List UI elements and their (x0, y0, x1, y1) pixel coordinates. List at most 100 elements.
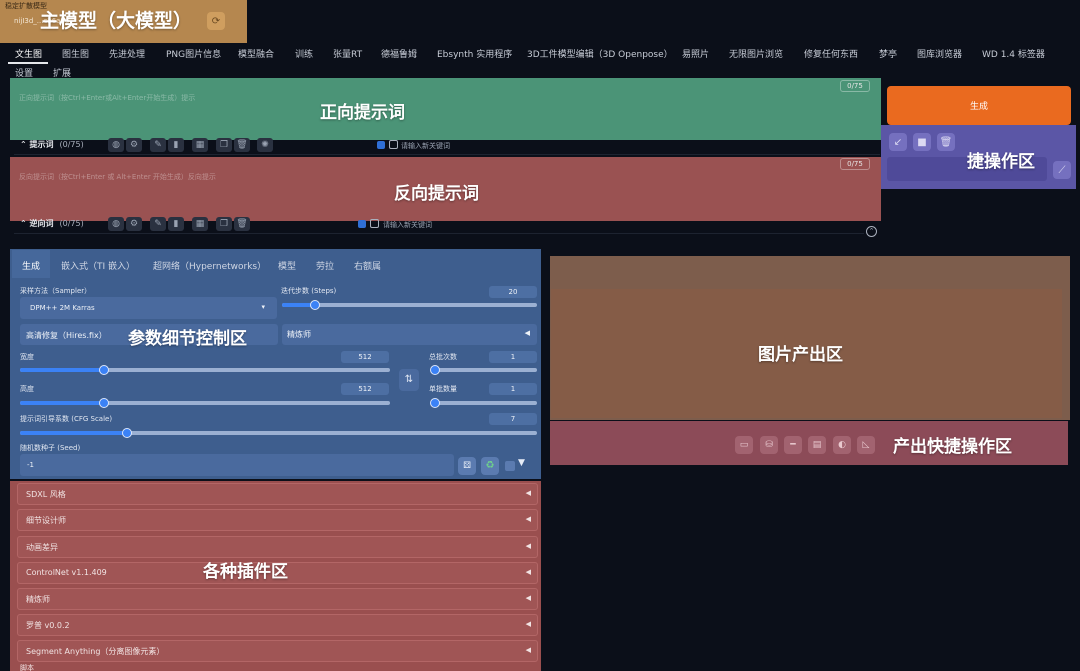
height-slider[interactable] (20, 398, 390, 408)
tab-3d-openpose[interactable]: 3D工件模型编辑（3D Openpose） (527, 47, 673, 60)
positive-row-label[interactable]: ⌃ 提示词 (0/75) (20, 139, 84, 150)
chevron-down-icon[interactable]: ▼ (518, 458, 525, 468)
plugin-accordion-roop[interactable]: 罗普 v0.0.2 ◀ (17, 614, 538, 636)
generate-button[interactable]: 生成 (887, 86, 1071, 125)
active-tab-indicator (8, 62, 48, 64)
seed-input[interactable]: -1 (20, 454, 454, 476)
batch-count-input[interactable]: 1 (489, 351, 537, 363)
plugin-accordion-refiner[interactable]: 精炼师 ◀ (17, 588, 538, 610)
dice-icon[interactable]: ⚄ (458, 457, 476, 475)
tab-wd14-tagger[interactable]: WD 1.4 标签器 (982, 47, 1045, 60)
height-input[interactable]: 512 (341, 383, 389, 395)
tab-train[interactable]: 训练 (295, 47, 313, 60)
tab-inpaint-anything[interactable]: 修复任何东西 (804, 47, 858, 60)
steps-input[interactable]: 20 (489, 286, 537, 298)
ruler-icon[interactable]: ◺ (857, 436, 875, 454)
tab-tensorrt[interactable]: 张量RT (333, 47, 362, 60)
tab-img2img[interactable]: 图生图 (62, 47, 89, 60)
cfg-label: 提示词引导系数 (CFG Scale) (20, 415, 113, 423)
globe-icon[interactable]: ◍ (108, 138, 124, 152)
bookmark-icon[interactable]: ▮ (168, 217, 184, 231)
extra-seed-checkbox[interactable] (505, 461, 515, 471)
caret-left-icon: ◀ (525, 594, 531, 602)
keyword-checkbox-2[interactable] (370, 219, 379, 228)
settings-icon[interactable]: ✺ (257, 138, 273, 152)
palette-icon[interactable]: ◐ (833, 436, 851, 454)
batch-size-slider[interactable] (430, 398, 537, 408)
zip-icon[interactable]: ━ (784, 436, 802, 454)
plugin-accordion-animatediff[interactable]: 动画差异 ◀ (17, 536, 538, 558)
batch-size-input[interactable]: 1 (489, 383, 537, 395)
arrow-icon[interactable]: ↙ (889, 133, 907, 151)
edit-icon[interactable]: ✎ (150, 217, 166, 231)
steps-slider[interactable] (282, 300, 537, 310)
subtab-textual-inversion[interactable]: 嵌入式（TI 嵌入） (61, 259, 135, 272)
tab-deforum[interactable]: 德福鲁姆 (381, 47, 417, 60)
collapse-icon[interactable]: ⌃ (20, 140, 30, 149)
gear-icon[interactable]: ⚙ (126, 217, 142, 231)
subtab-lora[interactable]: 劳拉 (316, 259, 334, 272)
save-icon[interactable]: ⛁ (760, 436, 778, 454)
width-slider[interactable] (20, 365, 390, 375)
refresh-icon[interactable]: ⟳ (207, 12, 225, 30)
pencil-icon[interactable]: ⟋ (1053, 161, 1071, 179)
plugin-label: SDXL 风格 (26, 490, 66, 499)
plugin-accordion-detail-daemon[interactable]: 细节设计师 ◀ (17, 509, 538, 531)
sampler-select[interactable]: DPM++ 2M Karras ▾ (20, 297, 277, 319)
tab-png-info[interactable]: PNG图片信息 (166, 47, 221, 60)
batch-count-slider[interactable] (430, 365, 537, 375)
trash-icon[interactable]: 🗑 (234, 217, 250, 231)
output-quick-overlay-label: 产出快捷操作区 (893, 437, 1012, 457)
grid-icon[interactable]: ▦ (192, 217, 208, 231)
positive-prompt-input[interactable]: 正向提示词（按Ctrl+Enter或Alt+Enter开始生成）提示 0/75 (10, 78, 881, 140)
swap-dimensions-icon[interactable]: ⇅ (399, 369, 419, 391)
subtab-checkpoints[interactable]: 模型 (278, 259, 296, 272)
tab-merge[interactable]: 模型融合 (238, 47, 274, 60)
recycle-icon[interactable]: ♻ (481, 457, 499, 475)
keyword-checkbox[interactable] (358, 220, 366, 228)
refiner-accordion[interactable]: 精炼师 ◀ (282, 324, 537, 345)
divider (14, 233, 864, 234)
bookmark-icon[interactable]: ▮ (168, 138, 184, 152)
cfg-input[interactable]: 7 (489, 413, 537, 425)
tab-infinite-browser[interactable]: 无限图片浏览 (729, 47, 783, 60)
image-icon[interactable]: ▤ (808, 436, 826, 454)
model-overlay-label: 主模型（大模型） (40, 10, 193, 32)
trash-icon[interactable]: 🗑 (937, 133, 955, 151)
plugin-label: 罗普 v0.0.2 (26, 621, 70, 630)
negative-row-label[interactable]: ⌃ 逆向词 (0/75) (20, 218, 84, 229)
positive-prompt-placeholder: 正向提示词（按Ctrl+Enter或Alt+Enter开始生成）提示 (19, 94, 196, 102)
chevron-up-icon[interactable]: ⌃ (866, 226, 877, 237)
folder-icon[interactable]: ▭ (735, 436, 753, 454)
grid-icon[interactable]: ▦ (192, 138, 208, 152)
plugin-accordion-sdxl-styles[interactable]: SDXL 风格 ◀ (17, 483, 538, 505)
stop-icon[interactable]: ■ (913, 133, 931, 151)
cfg-slider[interactable] (20, 428, 537, 438)
subtab-generation[interactable]: 生成 (22, 259, 40, 272)
tab-dreambooth[interactable]: 梦亭 (879, 47, 897, 60)
keyword-checkbox[interactable] (377, 141, 385, 149)
subtab-hypernetworks[interactable]: 超网络（Hypernetworks） (153, 259, 266, 272)
copy-icon[interactable]: ❐ (216, 217, 232, 231)
caret-left-icon: ◀ (525, 489, 531, 497)
subtab-extra[interactable]: 右额属 (354, 259, 381, 272)
negative-overlay-label: 反向提示词 (394, 184, 479, 204)
tab-ebsynth[interactable]: Ebsynth 实用程序 (437, 47, 512, 60)
tab-extras[interactable]: 先进处理 (109, 47, 145, 60)
plugin-accordion-segment-anything[interactable]: Segment Anything（分离图像元素） ◀ (17, 640, 538, 662)
positive-keyword-label[interactable]: 请输入新关键词 (401, 141, 450, 151)
tab-easy-photo[interactable]: 易照片 (682, 47, 709, 60)
collapse-icon[interactable]: ⌃ (20, 219, 30, 228)
tab-txt2img[interactable]: 文生图 (15, 47, 42, 60)
trash-icon[interactable]: 🗑 (234, 138, 250, 152)
refiner-label: 精炼师 (287, 330, 311, 339)
height-label: 高度 (20, 385, 34, 393)
negative-keyword-label[interactable]: 请输入新关键词 (383, 220, 432, 230)
copy-icon[interactable]: ❐ (216, 138, 232, 152)
width-input[interactable]: 512 (341, 351, 389, 363)
edit-icon[interactable]: ✎ (150, 138, 166, 152)
keyword-checkbox-2[interactable] (389, 140, 398, 149)
tab-gallery[interactable]: 图库浏览器 (917, 47, 962, 60)
globe-icon[interactable]: ◍ (108, 217, 124, 231)
gear-icon[interactable]: ⚙ (126, 138, 142, 152)
